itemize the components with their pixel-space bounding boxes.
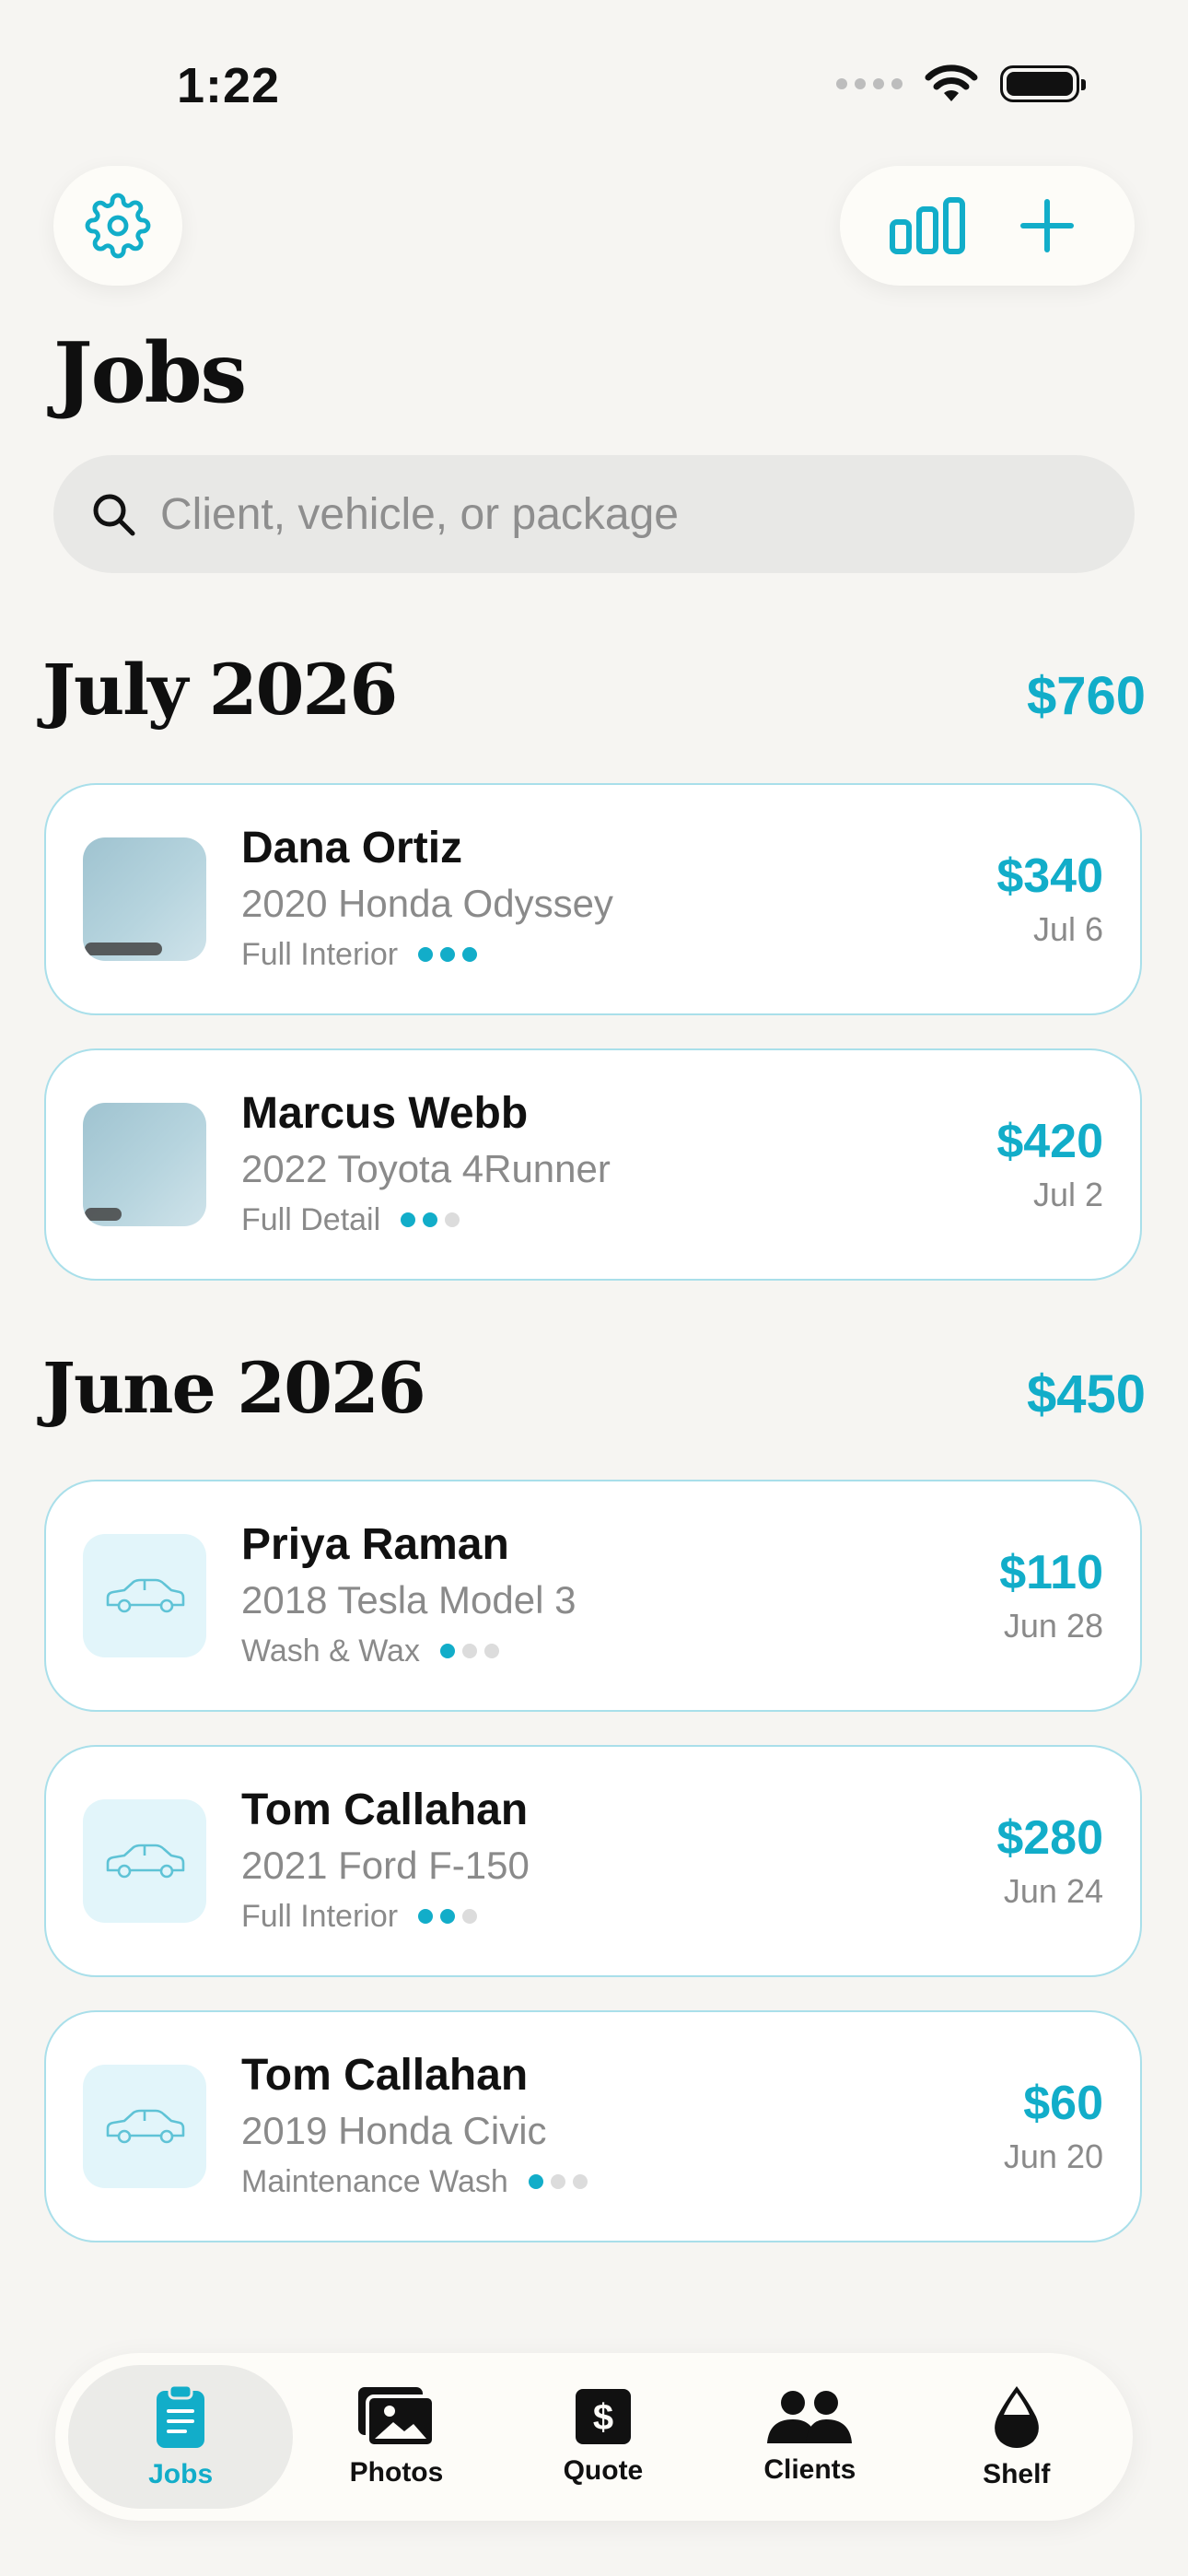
job-card[interactable]: Marcus Webb 2022 Toyota 4Runner Full Det… xyxy=(44,1048,1142,1281)
section-header-july: July 2026 $760 xyxy=(42,649,1146,731)
package-name: Maintenance Wash xyxy=(241,2164,508,2199)
tab-quote[interactable]: $ Quote xyxy=(500,2365,706,2509)
vehicle-photo-thumbnail xyxy=(83,1103,206,1226)
job-card[interactable]: Dana Ortiz 2020 Honda Odyssey Full Inter… xyxy=(44,783,1142,1015)
tab-label: Photos xyxy=(349,2457,444,2488)
vehicle-name: 2018 Tesla Model 3 xyxy=(241,1578,577,1622)
tab-jobs[interactable]: Jobs xyxy=(68,2365,294,2509)
tab-label: Quote xyxy=(563,2455,644,2486)
job-card[interactable]: Priya Raman 2018 Tesla Model 3 Wash & Wa… xyxy=(44,1480,1142,1712)
job-card[interactable]: Tom Callahan 2019 Honda Civic Maintenanc… xyxy=(44,2010,1142,2242)
page-title: Jobs xyxy=(53,324,247,422)
package-name: Full Interior xyxy=(241,1899,399,1934)
job-amount: $60 xyxy=(1023,2077,1103,2130)
package-name: Full Interior xyxy=(241,937,399,972)
client-name: Tom Callahan xyxy=(241,2051,529,2100)
car-icon xyxy=(106,1844,185,1879)
package-name: Wash & Wax xyxy=(241,1633,420,1669)
tab-photos[interactable]: Photos xyxy=(293,2365,499,2509)
job-date: Jun 24 xyxy=(1003,1872,1103,1910)
section-total: $450 xyxy=(1026,1364,1146,1424)
settings-button[interactable] xyxy=(53,166,182,286)
section-total: $760 xyxy=(1026,666,1146,726)
job-date: Jun 28 xyxy=(1003,1607,1103,1645)
job-date: Jul 2 xyxy=(1032,1176,1103,1213)
drop-icon xyxy=(994,2386,1039,2448)
vehicle-placeholder-thumbnail xyxy=(83,1534,206,1657)
bar-chart-icon xyxy=(890,197,965,254)
tab-label: Shelf xyxy=(983,2459,1051,2489)
vehicle-photo-thumbnail xyxy=(83,837,206,961)
progress-dots xyxy=(418,1909,478,1924)
status-bar: 1:22 xyxy=(0,0,1188,166)
vehicle-name: 2020 Honda Odyssey xyxy=(241,882,613,925)
wifi-icon xyxy=(925,64,978,101)
client-name: Tom Callahan xyxy=(241,1786,529,1834)
section-title: July 2026 xyxy=(42,649,398,731)
dollar-icon: $ xyxy=(575,2389,631,2444)
people-icon xyxy=(767,2391,853,2443)
clipboard-icon xyxy=(157,2383,205,2448)
section-title: June 2026 xyxy=(42,1347,426,1429)
tab-bar: Jobs Photos $ Quote Clients Shelf xyxy=(55,2353,1133,2521)
add-job-button[interactable] xyxy=(1001,180,1093,272)
tab-label: Jobs xyxy=(148,2459,214,2489)
search-bar[interactable] xyxy=(53,455,1135,573)
job-amount: $280 xyxy=(996,1811,1103,1865)
client-name: Priya Raman xyxy=(241,1520,509,1569)
car-icon xyxy=(106,2109,185,2144)
photos-icon xyxy=(358,2387,437,2448)
car-icon xyxy=(106,1578,185,1613)
cellular-signal-icon xyxy=(836,78,903,89)
gear-icon xyxy=(85,193,151,259)
section-header-june: June 2026 $450 xyxy=(42,1347,1146,1429)
tab-label: Clients xyxy=(763,2454,856,2485)
progress-dots xyxy=(401,1212,460,1227)
progress-dots xyxy=(528,2174,588,2189)
job-amount: $340 xyxy=(996,849,1103,903)
vehicle-name: 2019 Honda Civic xyxy=(241,2109,547,2152)
job-amount: $110 xyxy=(999,1546,1103,1599)
tab-shelf[interactable]: Shelf xyxy=(914,2365,1120,2509)
status-time: 1:22 xyxy=(177,58,281,113)
progress-dots xyxy=(439,1644,499,1658)
client-name: Marcus Webb xyxy=(241,1089,529,1138)
job-date: Jun 20 xyxy=(1003,2137,1103,2175)
battery-icon xyxy=(1000,65,1086,102)
plus-icon xyxy=(1020,199,1074,252)
package-name: Full Detail xyxy=(241,1202,381,1237)
vehicle-name: 2021 Ford F-150 xyxy=(241,1844,530,1887)
stats-button[interactable] xyxy=(881,180,973,272)
progress-dots xyxy=(418,947,478,962)
job-amount: $420 xyxy=(996,1115,1103,1168)
status-icons xyxy=(836,64,1086,103)
vehicle-name: 2022 Toyota 4Runner xyxy=(241,1147,611,1190)
job-card[interactable]: Tom Callahan 2021 Ford F-150 Full Interi… xyxy=(44,1745,1142,1977)
tab-clients[interactable]: Clients xyxy=(706,2365,913,2509)
client-name: Dana Ortiz xyxy=(241,824,463,872)
header-actions xyxy=(840,166,1135,286)
search-icon xyxy=(93,494,135,536)
search-input[interactable] xyxy=(160,488,1081,540)
job-date: Jul 6 xyxy=(1032,910,1103,948)
svg-text:$: $ xyxy=(593,2397,613,2438)
vehicle-placeholder-thumbnail xyxy=(83,2065,206,2188)
vehicle-placeholder-thumbnail xyxy=(83,1799,206,1923)
